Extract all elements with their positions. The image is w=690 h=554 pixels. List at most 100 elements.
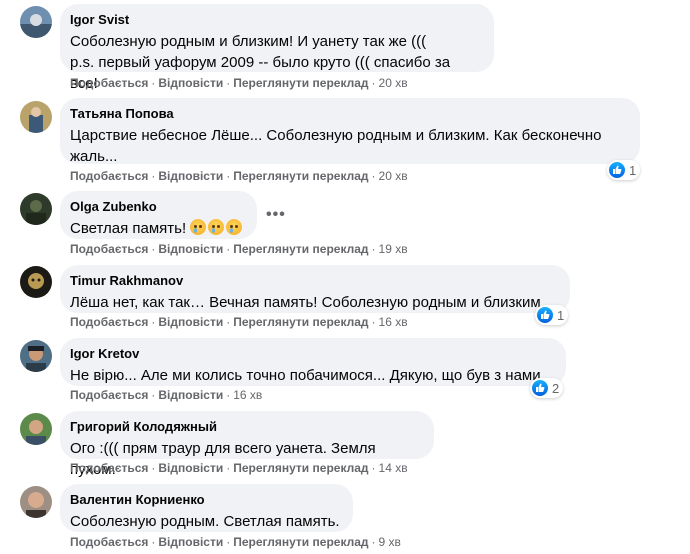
- separator: ·: [371, 242, 376, 256]
- comment-author[interactable]: Igor Kretov: [70, 346, 554, 362]
- comment-actions: Подобається · Відповісти · Переглянути перек…: [70, 168, 408, 184]
- separator: ·: [226, 535, 231, 549]
- comment-text: Лёша нет, как так… Вечная память! Соболе…: [70, 292, 558, 313]
- like-button[interactable]: Подобається: [70, 169, 148, 183]
- like-button[interactable]: Подобається: [70, 315, 148, 329]
- crying-face-icon: [190, 219, 207, 235]
- like-reaction-icon: [532, 380, 548, 396]
- reaction-count[interactable]: 1: [535, 305, 569, 325]
- reply-button[interactable]: Відповісти: [158, 535, 223, 549]
- comment-bubble: Татьяна Попова Царствие небесное Лёше...…: [60, 98, 640, 167]
- comment-bubble: Timur Rakhmanov Лёша нет, как так… Вечна…: [60, 265, 570, 313]
- comment-actions: Подобається · Відповісти · Переглянути перек…: [70, 534, 401, 550]
- avatar[interactable]: [20, 193, 52, 225]
- comment-timestamp[interactable]: 14 хв: [379, 461, 408, 475]
- avatar[interactable]: [20, 340, 52, 372]
- reply-button[interactable]: Відповісти: [158, 315, 223, 329]
- separator: ·: [226, 169, 231, 183]
- reply-button[interactable]: Відповісти: [158, 242, 223, 256]
- avatar[interactable]: [20, 6, 52, 38]
- comment-bubble: Григорий Колодяжный Ого :((( прям траур …: [60, 411, 434, 478]
- see-translation-button[interactable]: Переглянути переклад: [233, 76, 368, 90]
- see-translation-button[interactable]: Переглянути переклад: [233, 535, 368, 549]
- separator: ·: [371, 535, 376, 549]
- comment-author[interactable]: Igor Svist: [70, 12, 482, 28]
- comment-timestamp[interactable]: 19 хв: [379, 242, 408, 256]
- separator: ·: [371, 169, 376, 183]
- separator: ·: [371, 461, 376, 475]
- comment-author[interactable]: Татьяна Попова: [70, 106, 628, 122]
- comment-line: Не вірю... Але ми колись точно побачимос…: [70, 367, 554, 384]
- comment-text: Соболезную родным. Светлая память.: [70, 511, 341, 532]
- separator: ·: [151, 242, 156, 256]
- avatar[interactable]: [20, 486, 52, 518]
- separator: ·: [151, 315, 156, 329]
- reaction-number: 1: [629, 162, 637, 178]
- comment-timestamp[interactable]: 16 хв: [379, 315, 408, 329]
- comment-timestamp[interactable]: 9 хв: [379, 535, 401, 549]
- separator: ·: [371, 315, 376, 329]
- comment-author[interactable]: Григорий Колодяжный: [70, 419, 422, 435]
- comment-timestamp[interactable]: 16 хв: [233, 388, 262, 402]
- like-button[interactable]: Подобається: [70, 461, 148, 475]
- comment-text: Светлая память!: [70, 218, 245, 239]
- reply-button[interactable]: Відповісти: [158, 169, 223, 183]
- separator: ·: [371, 76, 376, 90]
- like-button[interactable]: Подобається: [70, 535, 148, 549]
- avatar[interactable]: [20, 266, 52, 298]
- comment-line: Лёша нет, как так… Вечная память! Соболе…: [70, 294, 556, 311]
- comment-text: Царствие небесное Лёше... Соболезную род…: [70, 125, 628, 167]
- comment-bubble: Валентин Корниенко Соболезную родным. Св…: [60, 484, 353, 532]
- comment-timestamp[interactable]: 20 хв: [379, 76, 408, 90]
- reply-button[interactable]: Відповісти: [158, 388, 223, 402]
- see-translation-button[interactable]: Переглянути переклад: [233, 242, 368, 256]
- comment-line: Соболезную родным и близким! И уанету та…: [70, 33, 427, 50]
- like-reaction-icon: [537, 307, 553, 323]
- comment-author[interactable]: Timur Rakhmanov: [70, 273, 558, 289]
- like-button[interactable]: Подобається: [70, 76, 148, 90]
- avatar[interactable]: [20, 413, 52, 445]
- comment-author[interactable]: Olga Zubenko: [70, 199, 245, 215]
- separator: ·: [151, 388, 156, 402]
- like-button[interactable]: Подобається: [70, 388, 148, 402]
- separator: ·: [151, 535, 156, 549]
- avatar[interactable]: [20, 101, 52, 133]
- comment-actions: Подобається · Відповісти · 16 хв: [70, 387, 262, 403]
- comment-actions: Подобається · Відповісти · Переглянути перек…: [70, 75, 408, 91]
- comment-bubble: Igor Svist Соболезную родным и близким! …: [60, 4, 494, 92]
- like-reaction-icon: [609, 162, 625, 178]
- separator: ·: [226, 461, 231, 475]
- more-options-icon[interactable]: •••: [266, 207, 286, 223]
- crying-face-icon: [208, 219, 225, 235]
- comment-actions: Подобається · Відповісти · Переглянути перек…: [70, 241, 408, 257]
- separator: ·: [226, 315, 231, 329]
- comment-bubble: Olga Zubenko Светлая память!: [60, 191, 257, 239]
- reply-button[interactable]: Відповісти: [158, 76, 223, 90]
- comment-author[interactable]: Валентин Корниенко: [70, 492, 341, 508]
- comment-actions: Подобається · Відповісти · Переглянути перек…: [70, 460, 408, 476]
- reaction-count[interactable]: 2: [530, 378, 564, 398]
- separator: ·: [151, 461, 156, 475]
- see-translation-button[interactable]: Переглянути переклад: [233, 315, 368, 329]
- separator: ·: [226, 76, 231, 90]
- separator: ·: [226, 388, 231, 402]
- reaction-number: 2: [552, 380, 560, 396]
- separator: ·: [151, 169, 156, 183]
- reply-button[interactable]: Відповісти: [158, 461, 223, 475]
- comment-text: Не вірю... Але ми колись точно побачимос…: [70, 365, 554, 386]
- see-translation-button[interactable]: Переглянути переклад: [233, 169, 368, 183]
- reaction-number: 1: [557, 307, 565, 323]
- comment-bubble: Igor Kretov Не вірю... Але ми колись точ…: [60, 338, 566, 386]
- comment-line: Светлая память!: [70, 220, 187, 237]
- like-button[interactable]: Подобається: [70, 242, 148, 256]
- see-translation-button[interactable]: Переглянути переклад: [233, 461, 368, 475]
- comment-line: Соболезную родным. Светлая память.: [70, 513, 340, 530]
- reaction-count[interactable]: 1: [607, 160, 641, 180]
- separator: ·: [226, 242, 231, 256]
- separator: ·: [151, 76, 156, 90]
- comment-timestamp[interactable]: 20 хв: [379, 169, 408, 183]
- comment-line: жаль...: [70, 148, 118, 165]
- crying-face-icon: [226, 219, 243, 235]
- comment-line: Царствие небесное Лёше... Соболезную род…: [70, 127, 602, 144]
- comment-actions: Подобається · Відповісти · Переглянути перек…: [70, 314, 408, 330]
